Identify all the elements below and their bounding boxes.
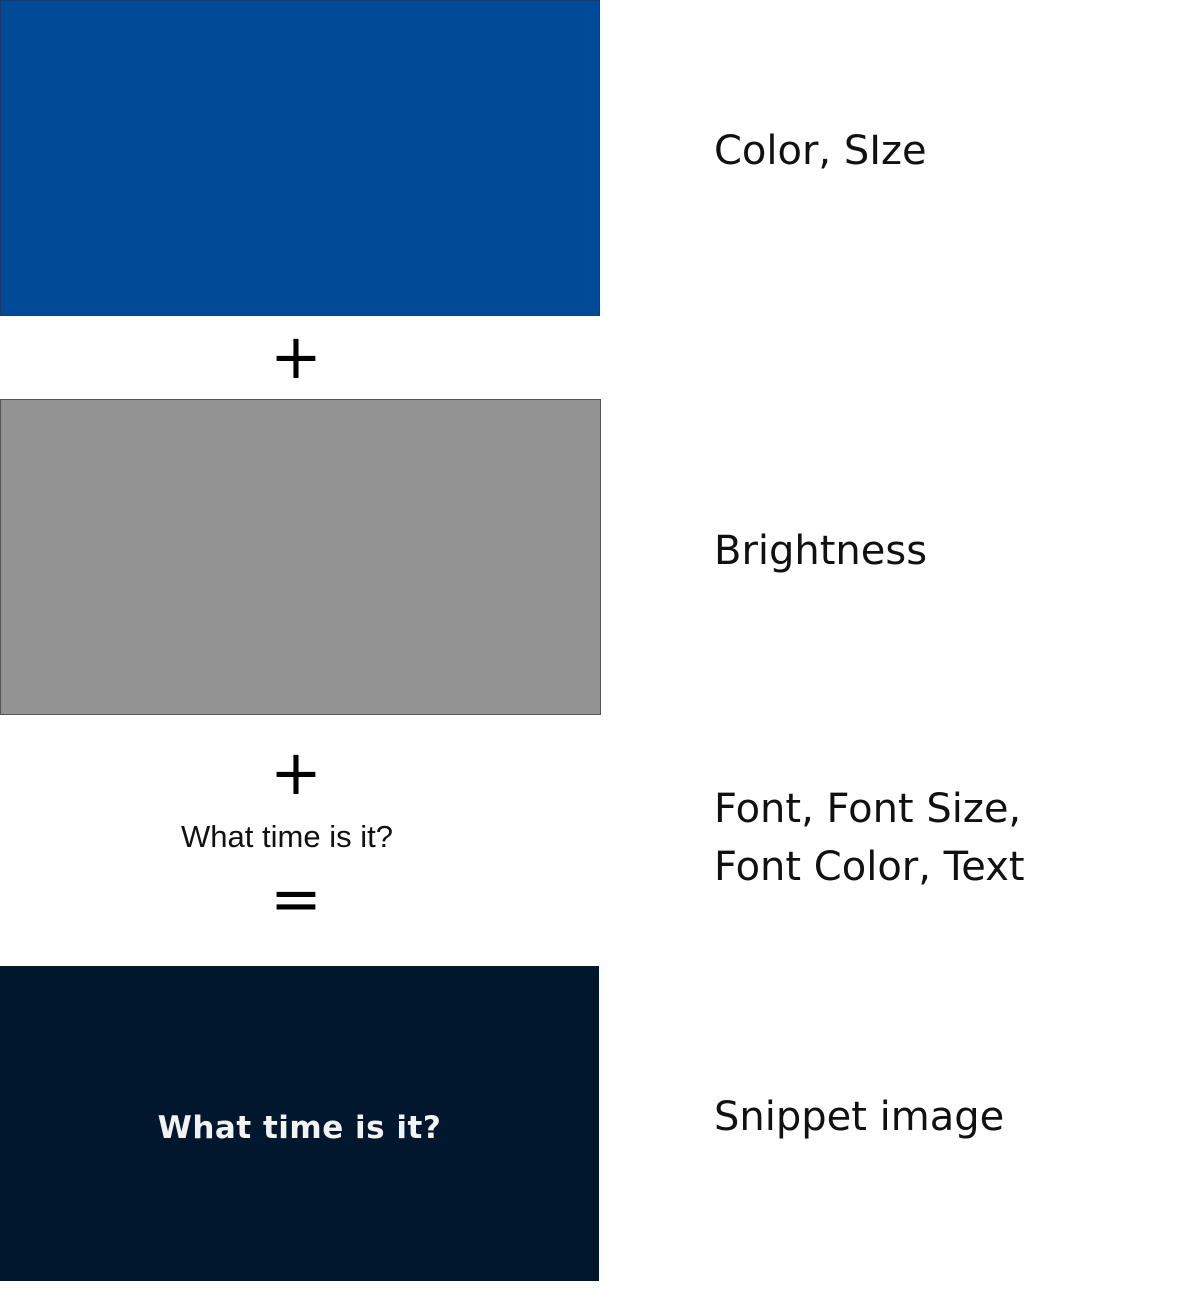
label-font-line-1: Font, Font Size, xyxy=(714,786,1022,832)
sample-text: What time is it? xyxy=(181,819,393,854)
brightness-swatch xyxy=(0,399,601,715)
color-size-swatch xyxy=(0,0,600,316)
plus-operator-2: + xyxy=(270,736,322,809)
label-color-size: Color, SIze xyxy=(714,128,927,174)
label-font-line-2: Font Color, Text xyxy=(714,844,1025,890)
label-font-properties: Font, Font Size, Font Color, Text xyxy=(714,780,1025,896)
equals-operator: = xyxy=(270,862,322,935)
label-brightness: Brightness xyxy=(714,528,928,574)
plus-operator: + xyxy=(270,320,322,393)
snippet-text: What time is it? xyxy=(157,1109,442,1146)
snippet-image: What time is it? xyxy=(0,966,599,1281)
label-snippet-image: Snippet image xyxy=(714,1094,1005,1140)
